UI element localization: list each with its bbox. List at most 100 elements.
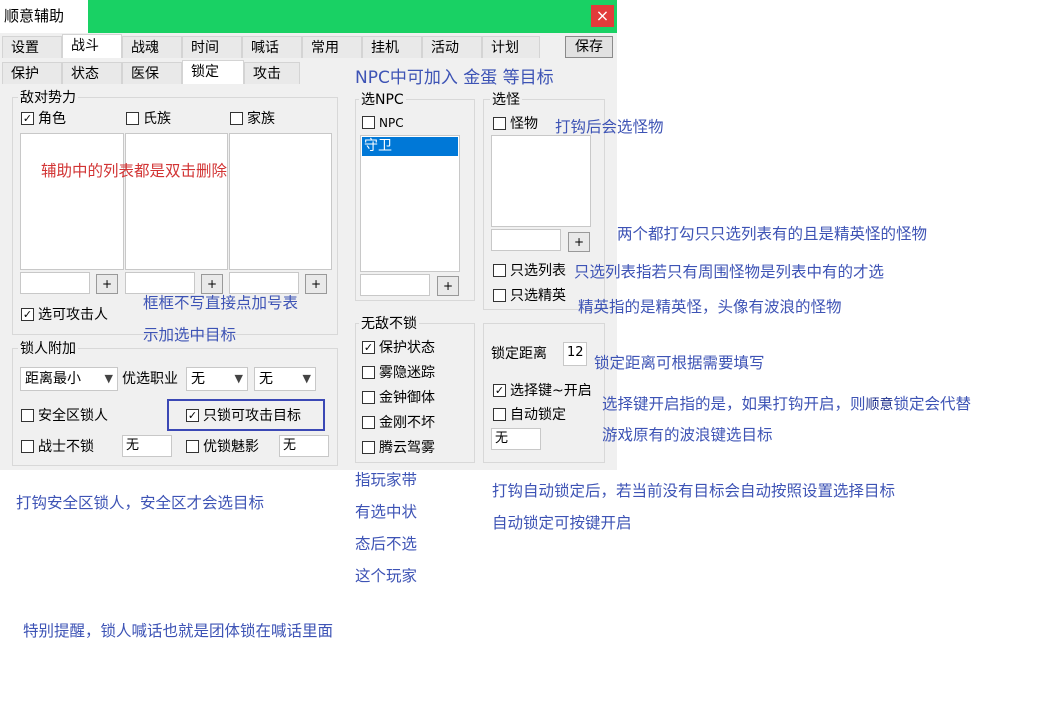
- tab-combat[interactable]: 战斗: [62, 34, 122, 58]
- charm-label: 优锁魅影: [203, 439, 259, 455]
- distance-select[interactable]: 距离最小 ▼: [20, 367, 118, 391]
- job-select-2-value: 无: [259, 371, 273, 387]
- monster-add-button[interactable]: +: [568, 232, 590, 252]
- role-add-button[interactable]: +: [96, 274, 118, 294]
- tab-shout[interactable]: 喊话: [242, 36, 302, 58]
- note-reminder: 特别提醒，锁人喊话也就是团体锁在喊话里面: [23, 622, 334, 640]
- note-player-status-3: 态后不选: [355, 535, 418, 553]
- warrior-input[interactable]: 无: [122, 435, 172, 457]
- save-button[interactable]: 保存: [565, 36, 613, 58]
- title-bar: 顺意辅助 ×: [0, 0, 617, 33]
- fog-checkbox[interactable]: [362, 366, 375, 379]
- tab-medical[interactable]: 医保: [122, 62, 182, 84]
- highlight-box: [167, 399, 325, 431]
- npc-add-input[interactable]: [360, 274, 430, 296]
- auto-lock-label: 自动锁定: [510, 407, 566, 423]
- tab-lock[interactable]: 锁定: [182, 60, 244, 84]
- note-only-list: 只选列表指若只有周围怪物是列表中有的才选: [574, 263, 885, 281]
- monster-title: 选怪: [490, 92, 522, 108]
- tab-settings[interactable]: 设置: [2, 36, 62, 58]
- fog-label: 雾隐迷踪: [379, 365, 435, 381]
- tab-protect[interactable]: 保护: [2, 62, 62, 84]
- family-checkbox[interactable]: [230, 112, 243, 125]
- tab-common[interactable]: 常用: [302, 36, 362, 58]
- clan-label: 氏族: [143, 111, 171, 127]
- tab-status[interactable]: 状态: [62, 62, 122, 84]
- select-key-checkbox[interactable]: ✓: [493, 384, 506, 397]
- npc-add-button[interactable]: +: [437, 276, 459, 296]
- only-list-checkbox[interactable]: [493, 264, 506, 277]
- charm-checkbox[interactable]: [186, 440, 199, 453]
- tab-activity[interactable]: 活动: [422, 36, 482, 58]
- job-select-1[interactable]: 无 ▼: [186, 367, 248, 391]
- family-list[interactable]: [229, 133, 332, 270]
- note-safe-zone: 打钩安全区锁人，安全区才会选目标: [16, 494, 265, 512]
- family-add-button[interactable]: +: [305, 274, 327, 294]
- tab-battle-soul[interactable]: 战魂: [122, 36, 182, 58]
- close-icon[interactable]: ×: [591, 5, 614, 27]
- lock-distance-label: 锁定距离: [491, 346, 547, 362]
- chevron-down-icon: ▼: [234, 372, 243, 385]
- npc-title: 选NPC: [359, 92, 406, 108]
- monster-label: 怪物: [510, 116, 538, 132]
- role-checkbox[interactable]: ✓: [21, 112, 34, 125]
- warrior-checkbox[interactable]: [21, 440, 34, 453]
- tab-time[interactable]: 时间: [182, 36, 242, 58]
- diamond-label: 金刚不坏: [379, 415, 435, 431]
- golden-bell-checkbox[interactable]: [362, 391, 375, 404]
- note-select-key-1c: 锁定会代替: [893, 395, 972, 413]
- distance-select-value: 距离最小: [25, 371, 81, 387]
- note-player-status-4: 这个玩家: [355, 567, 418, 585]
- family-label: 家族: [247, 111, 275, 127]
- tab-idle[interactable]: 挂机: [362, 36, 422, 58]
- monster-list[interactable]: [491, 135, 591, 227]
- note-player-status-2: 有选中状: [355, 503, 418, 521]
- monster-checkbox[interactable]: [493, 117, 506, 130]
- attackable-label: 选可攻击人: [38, 307, 108, 323]
- protect-state-label: 保护状态: [379, 340, 435, 356]
- role-list[interactable]: [20, 133, 124, 270]
- diamond-checkbox[interactable]: [362, 416, 375, 429]
- note-list-delete: 辅助中的列表都是双击删除: [41, 162, 228, 180]
- note-distance: 锁定距离可根据需要填写: [594, 354, 765, 372]
- lock-extra-title: 锁人附加: [18, 341, 78, 357]
- only-elite-checkbox[interactable]: [493, 289, 506, 302]
- invincible-title: 无敌不锁: [359, 316, 419, 332]
- note-select-key-1a: 选择键开启指的是，如果打钩开启，则: [602, 395, 866, 413]
- lock-distance-input[interactable]: 12: [563, 342, 587, 366]
- protect-state-checkbox[interactable]: ✓: [362, 341, 375, 354]
- clan-add-input[interactable]: [125, 272, 195, 294]
- npc-label: NPC: [379, 116, 404, 130]
- npc-checkbox[interactable]: [362, 116, 375, 129]
- note-elite: 精英指的是精英怪，头像有波浪的怪物: [578, 298, 842, 316]
- safe-zone-label: 安全区锁人: [38, 408, 108, 424]
- only-list-label: 只选列表: [510, 263, 566, 279]
- chevron-down-icon: ▼: [104, 372, 113, 385]
- cloud-checkbox[interactable]: [362, 441, 375, 454]
- note-auto-lock-2: 自动锁定可按键开启: [492, 514, 632, 532]
- safe-zone-checkbox[interactable]: [21, 409, 34, 422]
- note-npc-add: NPC中可加入 金蛋 等目标: [355, 68, 554, 88]
- npc-list-item[interactable]: 守卫: [362, 137, 458, 156]
- role-add-input[interactable]: [20, 272, 90, 294]
- monster-add-input[interactable]: [491, 229, 561, 251]
- charm-input[interactable]: 无: [279, 435, 329, 457]
- auto-lock-key-input[interactable]: 无: [491, 428, 541, 450]
- job-select-2[interactable]: 无 ▼: [254, 367, 316, 391]
- tab-attack[interactable]: 攻击: [244, 62, 300, 84]
- npc-list[interactable]: 守卫: [360, 135, 460, 272]
- select-key-label: 选择键~开启: [510, 383, 592, 399]
- cloud-label: 腾云驾雾: [379, 440, 435, 456]
- enemy-title: 敌对势力: [18, 90, 78, 106]
- clan-add-button[interactable]: +: [201, 274, 223, 294]
- chevron-down-icon: ▼: [302, 372, 311, 385]
- tab-plan[interactable]: 计划: [482, 36, 540, 58]
- only-elite-label: 只选精英: [510, 288, 566, 304]
- auto-lock-checkbox[interactable]: [493, 408, 506, 421]
- family-add-input[interactable]: [229, 272, 299, 294]
- clan-checkbox[interactable]: [126, 112, 139, 125]
- job-select-1-value: 无: [191, 371, 205, 387]
- note-monster-tick: 打钩后会选怪物: [555, 118, 664, 136]
- attackable-checkbox[interactable]: ✓: [21, 308, 34, 321]
- clan-list[interactable]: [125, 133, 228, 270]
